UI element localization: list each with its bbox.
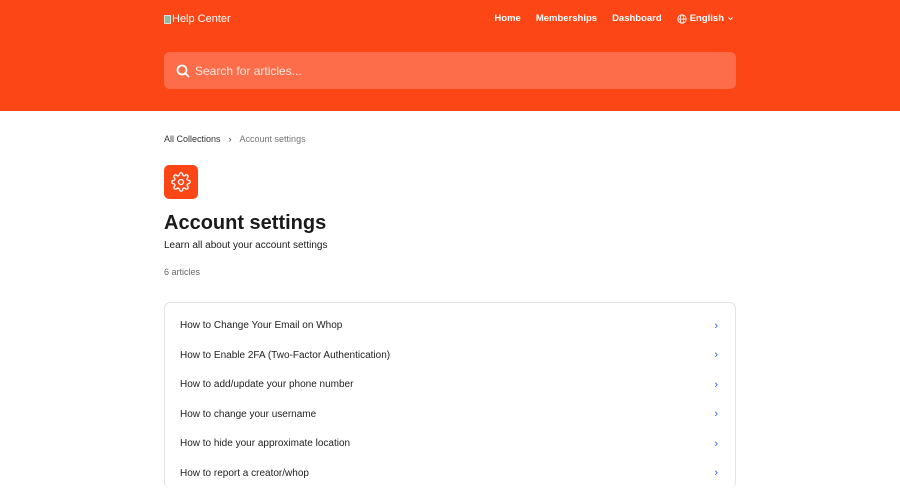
breadcrumb: All Collections › Account settings — [164, 134, 736, 144]
logo-alt-text: Help Center — [172, 13, 231, 25]
logo[interactable]: Help Center — [164, 13, 231, 25]
chevron-right-icon: › — [714, 349, 718, 361]
chevron-right-icon: › — [714, 320, 718, 332]
breadcrumb-all-collections[interactable]: All Collections — [164, 134, 221, 144]
article-title: How to add/update your phone number — [180, 379, 353, 390]
article-title: How to report a creator/whop — [180, 468, 309, 479]
chevron-right-icon: › — [714, 438, 718, 450]
chevron-down-icon — [727, 15, 734, 22]
collection-icon — [164, 165, 198, 199]
search-icon — [176, 64, 190, 78]
collection-description: Learn all about your account settings — [164, 240, 736, 251]
search-input[interactable]: Search for articles... — [164, 52, 736, 89]
search-placeholder: Search for articles... — [195, 64, 302, 78]
breadcrumb-current: Account settings — [240, 134, 306, 144]
article-title: How to Enable 2FA (Two-Factor Authentica… — [180, 350, 390, 361]
article-title: How to Change Your Email on Whop — [180, 320, 342, 331]
chevron-right-icon: › — [714, 379, 718, 391]
language-selector[interactable]: English — [677, 13, 734, 24]
language-label: English — [690, 13, 724, 24]
article-title: How to hide your approximate location — [180, 438, 350, 449]
globe-icon — [677, 14, 687, 24]
top-nav: Home Memberships Dashboard English — [494, 13, 734, 24]
article-link[interactable]: How to change your username › — [165, 400, 735, 430]
article-link[interactable]: How to hide your approximate location › — [165, 429, 735, 459]
article-link[interactable]: How to Enable 2FA (Two-Factor Authentica… — [165, 341, 735, 371]
article-link[interactable]: How to add/update your phone number › — [165, 370, 735, 400]
article-list: How to Change Your Email on Whop › How to… — [164, 302, 736, 488]
nav-dashboard[interactable]: Dashboard — [612, 13, 662, 24]
gear-icon — [171, 172, 191, 192]
article-count: 6 articles — [164, 267, 736, 277]
article-link[interactable]: How to Change Your Email on Whop › — [165, 311, 735, 341]
nav-home[interactable]: Home — [494, 13, 520, 24]
broken-image-icon — [164, 15, 171, 24]
nav-memberships[interactable]: Memberships — [536, 13, 597, 24]
page-title: Account settings — [164, 212, 736, 235]
article-title: How to change your username — [180, 409, 316, 420]
breadcrumb-separator-icon: › — [229, 134, 232, 144]
chevron-right-icon: › — [714, 467, 718, 479]
collection-content: All Collections › Account settings Accou… — [164, 130, 736, 488]
chevron-right-icon: › — [714, 408, 718, 420]
header: Help Center Home Memberships Dashboard E… — [0, 0, 900, 111]
